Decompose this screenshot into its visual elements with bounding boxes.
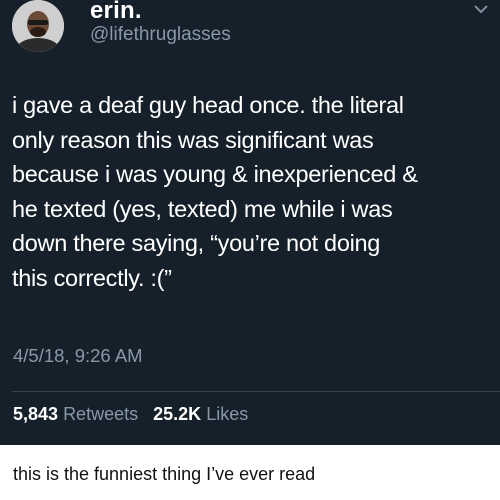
likes-stat[interactable]: 25.2K Likes [153, 404, 248, 424]
display-name[interactable]: erin. [90, 0, 142, 25]
tweet-timestamp[interactable]: 4/5/18, 9:26 AM [13, 345, 143, 367]
avatar-image [12, 0, 64, 52]
tweet-text: i gave a deaf guy head once. the literal… [12, 88, 496, 295]
tweet-text-line: he texted (yes, texted) me while i was [12, 195, 393, 222]
retweets-label: Retweets [63, 404, 139, 424]
tweet-card: erin. @lifethruglasses i gave a deaf guy… [0, 0, 500, 445]
tweet-text-line: because i was young & inexperienced & [12, 161, 418, 187]
page: erin. @lifethruglasses i gave a deaf guy… [0, 0, 500, 500]
tweet-stats: 5,843 Retweets 25.2K Likes [13, 404, 258, 425]
chevron-down-icon[interactable] [474, 4, 488, 14]
likes-count: 25.2K [153, 404, 202, 424]
retweets-count: 5,843 [13, 404, 59, 424]
user-handle[interactable]: @lifethruglasses [90, 24, 231, 46]
avatar[interactable] [12, 0, 64, 52]
caption-text: this is the funniest thing I’ve ever rea… [13, 464, 316, 484]
likes-label: Likes [206, 404, 249, 424]
divider [12, 391, 500, 392]
tweet-text-line: this correctly. :(” [12, 264, 172, 291]
retweets-stat[interactable]: 5,843 Retweets [13, 404, 143, 424]
tweet-text-line: i gave a deaf guy head once. the literal [12, 92, 404, 118]
tweet-text-line: down there saying, “you’re not doing [12, 230, 381, 256]
tweet-text-line: only reason this was significant was [12, 126, 374, 153]
